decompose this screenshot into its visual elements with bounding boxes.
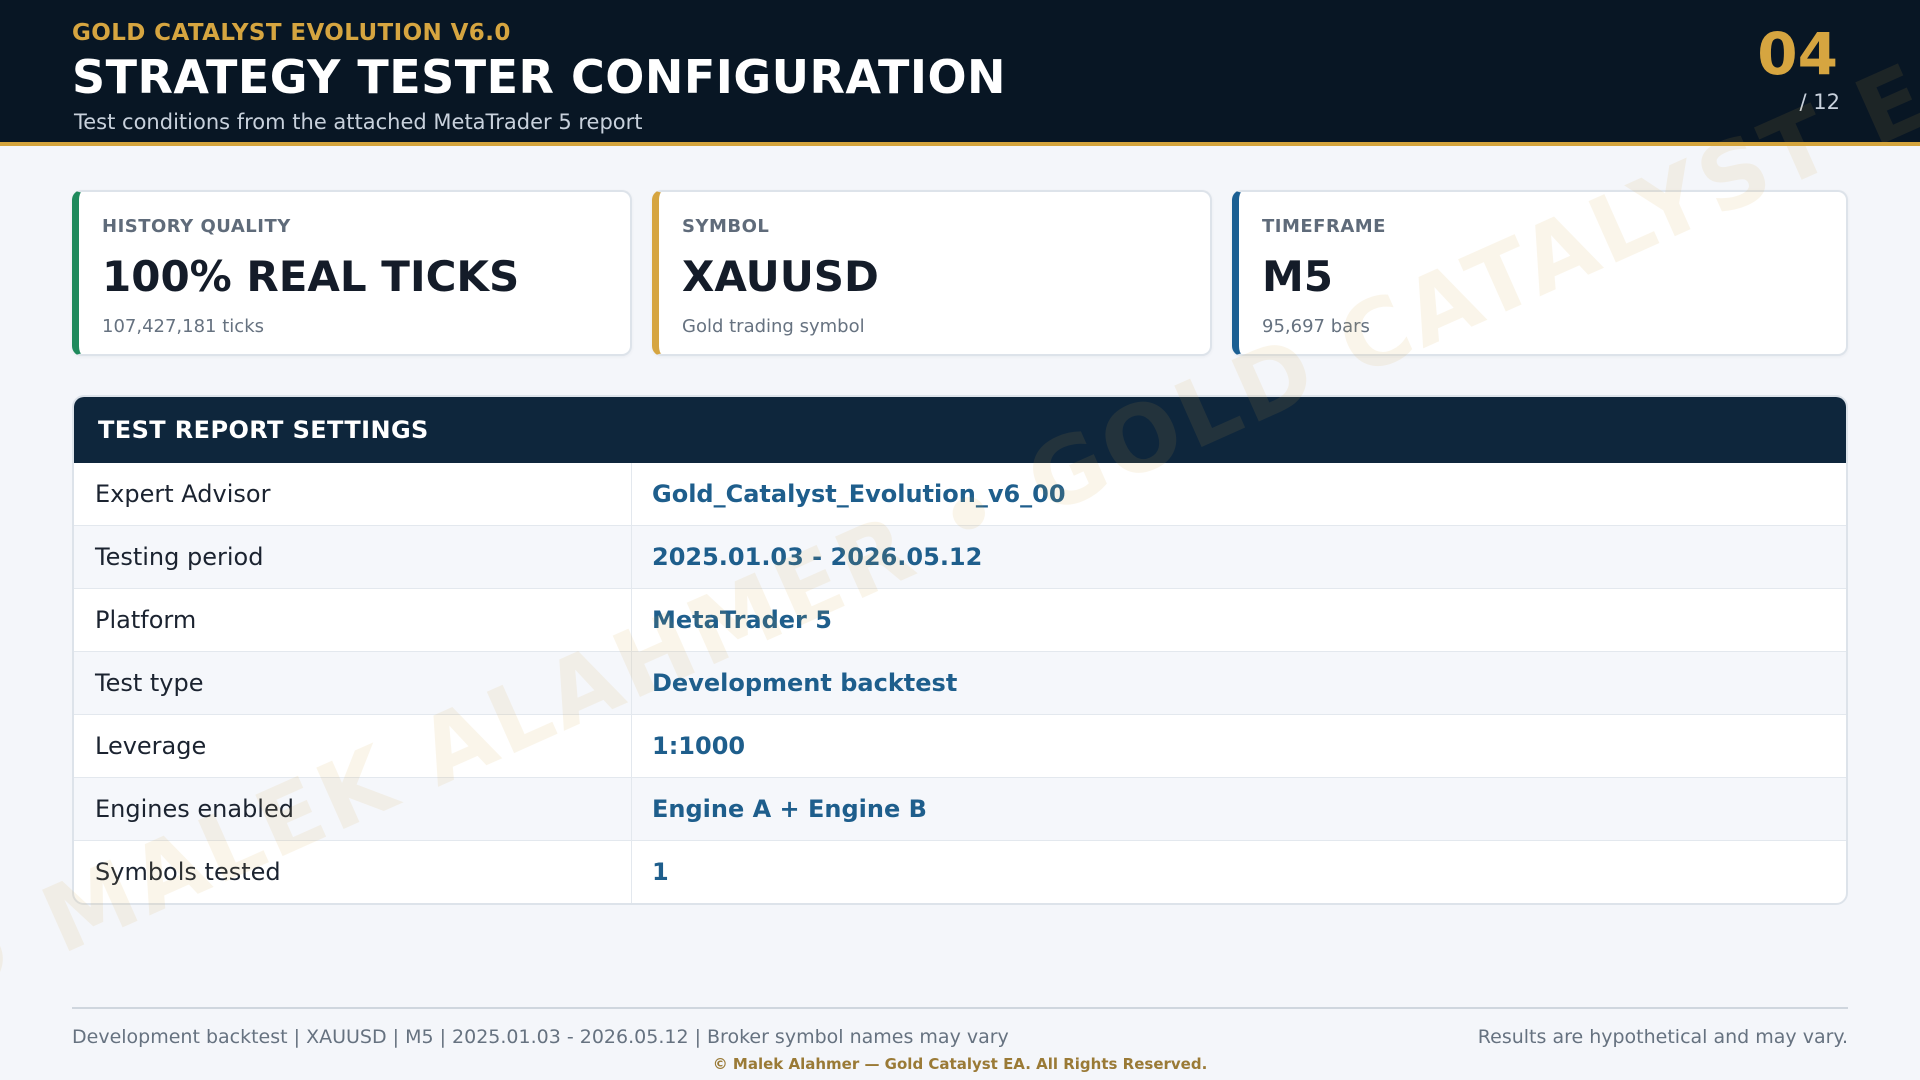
setting-key: Symbols tested [74, 841, 632, 903]
card-label: HISTORY QUALITY [102, 216, 291, 237]
setting-value: 1:1000 [652, 732, 746, 760]
card-label: SYMBOL [682, 216, 770, 237]
card-value: 100% REAL TICKS [102, 252, 520, 301]
card-value: XAUUSD [682, 252, 879, 301]
setting-value: 2025.01.03 - 2026.05.12 [652, 543, 983, 571]
table-row: Platform MetaTrader 5 [74, 589, 1846, 652]
copyright-notice: © Malek Alahmer — Gold Catalyst EA. All … [712, 1055, 1208, 1073]
header-bar: GOLD CATALYST EVOLUTION V6.0 STRATEGY TE… [0, 0, 1920, 146]
setting-value: Engine A + Engine B [652, 795, 927, 823]
table-row: Leverage 1:1000 [74, 715, 1846, 778]
card-symbol: SYMBOL XAUUSD Gold trading symbol [652, 190, 1212, 356]
page-title: STRATEGY TESTER CONFIGURATION [72, 50, 1007, 104]
setting-key: Platform [74, 589, 632, 651]
footer-test-summary: Development backtest | XAUUSD | M5 | 202… [72, 1026, 1009, 1048]
page-total: / 12 [1799, 90, 1840, 114]
table-row: Expert Advisor Gold_Catalyst_Evolution_v… [74, 463, 1846, 526]
table-row: Testing period 2025.01.03 - 2026.05.12 [74, 526, 1846, 589]
slide-page: GOLD CATALYST EVOLUTION V6.0 STRATEGY TE… [0, 0, 1920, 1080]
footer-divider [72, 1007, 1848, 1009]
setting-key: Expert Advisor [74, 463, 632, 525]
setting-value: Development backtest [652, 669, 958, 697]
setting-key: Test type [74, 652, 632, 714]
setting-key: Engines enabled [74, 778, 632, 840]
setting-key: Testing period [74, 526, 632, 588]
stat-cards: HISTORY QUALITY 100% REAL TICKS 107,427,… [72, 190, 1848, 356]
table-row: Symbols tested 1 [74, 841, 1846, 903]
settings-table: TEST REPORT SETTINGS Expert Advisor Gold… [72, 395, 1848, 905]
card-subtext: Gold trading symbol [682, 316, 865, 337]
settings-table-heading: TEST REPORT SETTINGS [74, 397, 1846, 463]
card-value: M5 [1262, 252, 1334, 301]
setting-value: MetaTrader 5 [652, 606, 832, 634]
card-label: TIMEFRAME [1262, 216, 1386, 237]
setting-value: 1 [652, 858, 669, 886]
card-timeframe: TIMEFRAME M5 95,697 bars [1232, 190, 1848, 356]
card-subtext: 95,697 bars [1262, 316, 1370, 337]
table-row: Engines enabled Engine A + Engine B [74, 778, 1846, 841]
footer-disclaimer: Results are hypothetical and may vary. [1477, 1026, 1848, 1048]
product-eyebrow: GOLD CATALYST EVOLUTION V6.0 [72, 20, 511, 46]
card-subtext: 107,427,181 ticks [102, 316, 264, 337]
card-history-quality: HISTORY QUALITY 100% REAL TICKS 107,427,… [72, 190, 632, 356]
setting-value: Gold_Catalyst_Evolution_v6_00 [652, 480, 1066, 508]
setting-key: Leverage [74, 715, 632, 777]
page-number: 04 [1757, 20, 1838, 88]
table-row: Test type Development backtest [74, 652, 1846, 715]
page-subtitle: Test conditions from the attached MetaTr… [74, 110, 643, 134]
